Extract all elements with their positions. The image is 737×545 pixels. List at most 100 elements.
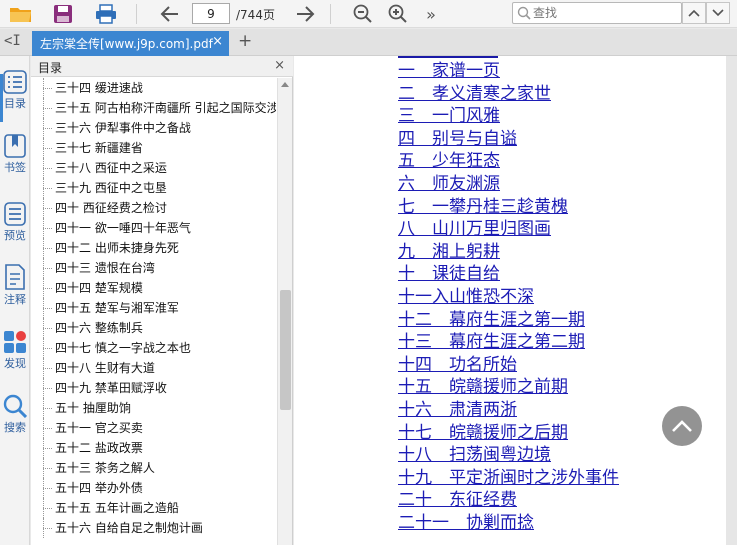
toolbar: /744页 » [0, 0, 737, 28]
rail-label: 注释 [4, 293, 26, 306]
chapter-link[interactable]: 二十 东征经费 [398, 489, 619, 512]
toc-header: 目录 × [31, 56, 293, 77]
chevron-up-icon [688, 9, 700, 17]
top-rule [398, 56, 498, 58]
toc-item[interactable]: 四十六 整练制兵 [31, 318, 276, 338]
toc-item[interactable]: 三十五 阿古柏称汗南疆所 引起之国际交涉 [31, 98, 276, 118]
page-number-input[interactable] [192, 3, 230, 24]
toc-close-button[interactable]: × [274, 58, 285, 73]
arrow-left-icon [160, 6, 178, 22]
toc-item[interactable]: 四十七 慎之一字战之本也 [31, 338, 276, 358]
preview-icon [4, 202, 26, 226]
rail-item-bookmarks[interactable]: 书签 [0, 134, 30, 190]
toc-item[interactable]: 四十一 欲一唾四十年恶气 [31, 218, 276, 238]
chapter-link[interactable]: 九 湘上躬耕 [398, 241, 619, 264]
rail-label: 预览 [4, 229, 26, 242]
chapter-link[interactable]: 十二 幕府生涯之第一期 [398, 309, 619, 332]
toc-item[interactable]: 三十四 缓进速战 [31, 78, 276, 98]
collapse-sidebar-button[interactable]: <I [4, 33, 21, 49]
toc-item[interactable]: 四十二 出师未捷身先死 [31, 238, 276, 258]
search-icon [517, 6, 531, 20]
toc-item[interactable]: 三十六 伊犁事件中之备战 [31, 118, 276, 138]
rail-label: 发现 [4, 357, 26, 370]
chapter-link[interactable]: 十一入山惟恐不深 [398, 286, 619, 309]
chapter-link[interactable]: 十三 幕府生涯之第二期 [398, 331, 619, 354]
search-box[interactable] [512, 2, 682, 24]
toc-item[interactable]: 三十七 新疆建省 [31, 138, 276, 158]
toc-item[interactable]: 四十五 楚军与湘军淮军 [31, 298, 276, 318]
toc-item[interactable]: 五十六 自给自足之制炮计画 [31, 518, 276, 538]
chapter-list: 一 家谱一页二 孝义清寒之家世三 一门风雅四 别号与自谥五 少年狂态六 师友渊源… [398, 60, 619, 534]
toc-item[interactable]: 四十八 生财有大道 [31, 358, 276, 378]
new-tab-button[interactable]: + [238, 31, 252, 51]
chapter-link[interactable]: 十七 皖赣援师之后期 [398, 422, 619, 445]
toc-item[interactable]: 五十二 盐政改票 [31, 438, 276, 458]
toolbar-separator [136, 4, 137, 24]
next-page-button[interactable] [292, 2, 318, 26]
rail-item-discover[interactable]: 发现 [0, 330, 30, 386]
toc-item[interactable]: 四十九 禁革田赋浮收 [31, 378, 276, 398]
toc-item[interactable]: 五十三 茶务之解人 [31, 458, 276, 478]
toc-item[interactable]: 五十四 举办外债 [31, 478, 276, 498]
list-icon [3, 70, 27, 94]
toolbar-separator [330, 4, 331, 24]
chapter-link[interactable]: 十四 功名所始 [398, 354, 619, 377]
chapter-link[interactable]: 六 师友渊源 [398, 173, 619, 196]
back-to-top-button[interactable] [662, 406, 702, 446]
toc-item[interactable]: 四十 西征经费之检讨 [31, 198, 276, 218]
search-input[interactable] [533, 5, 673, 21]
search-previous-button[interactable] [682, 2, 706, 24]
rail-item-search[interactable]: 搜索 [0, 394, 30, 450]
zoom-out-button[interactable] [350, 2, 376, 26]
save-icon [54, 5, 72, 23]
chapter-link[interactable]: 二十一 协剿而捻 [398, 512, 619, 535]
rail-item-annotations[interactable]: 注释 [0, 264, 30, 320]
chapter-link[interactable]: 一 家谱一页 [398, 60, 619, 83]
document-viewport: 一 家谱一页二 孝义清寒之家世三 一门风雅四 别号与自谥五 少年狂态六 师友渊源… [294, 56, 737, 545]
print-button[interactable] [93, 2, 119, 26]
toc-scrollbar[interactable] [277, 78, 292, 545]
chapter-link[interactable]: 八 山川万里归图画 [398, 218, 619, 241]
folder-icon [10, 8, 31, 22]
zoom-in-button[interactable] [385, 2, 411, 26]
chapter-link[interactable]: 二 孝义清寒之家世 [398, 83, 619, 106]
tab-document[interactable]: 左宗棠全传[www.j9p.com].pdf × [32, 31, 229, 56]
toc-item[interactable]: 三十九 西征中之屯垦 [31, 178, 276, 198]
toc-item[interactable]: 三十八 西征中之采运 [31, 158, 276, 178]
save-button[interactable] [50, 2, 76, 26]
previous-page-button[interactable] [157, 2, 183, 26]
toc-scroll-thumb[interactable] [280, 290, 291, 410]
toc-list: 三十四 缓进速战 三十五 阿古柏称汗南疆所 引起之国际交涉 三十六 伊犁事件中之备战… [31, 78, 276, 545]
rail-label: 书签 [4, 161, 26, 174]
chapter-link[interactable]: 十五 皖赣援师之前期 [398, 376, 619, 399]
chevron-up-icon [672, 420, 692, 432]
annotation-icon [5, 264, 25, 290]
toc-panel: 目录 × 三十四 缓进速战 三十五 阿古柏称汗南疆所 引起之国际交涉 三十六 伊犁事… [31, 56, 293, 545]
toc-item[interactable]: 五十 抽厘助饷 [31, 398, 276, 418]
search-next-button[interactable] [706, 2, 730, 24]
toc-item[interactable]: 五十一 官之买卖 [31, 418, 276, 438]
chapter-link[interactable]: 十六 肃清两浙 [398, 399, 619, 422]
zoom-out-icon [353, 4, 372, 23]
chevron-down-icon [712, 9, 724, 17]
chapter-link[interactable]: 七 一攀丹桂三趁黄槐 [398, 196, 619, 219]
page-total-label: /744页 [236, 8, 275, 22]
zoom-in-icon [388, 4, 407, 23]
open-folder-button[interactable] [8, 2, 34, 26]
chapter-link[interactable]: 十 课徒自给 [398, 263, 619, 286]
tab-strip: <I 左宗棠全传[www.j9p.com].pdf × + [0, 29, 737, 56]
toc-item[interactable]: 四十三 遗恨在台湾 [31, 258, 276, 278]
toc-item[interactable]: 四十四 楚军规模 [31, 278, 276, 298]
rail-item-toc[interactable]: 目录 [0, 70, 30, 126]
rail-item-preview[interactable]: 预览 [0, 202, 30, 258]
search-icon [3, 394, 27, 418]
chapter-link[interactable]: 十九 平定浙闽时之涉外事件 [398, 467, 619, 490]
more-tools-button[interactable]: » [418, 2, 444, 26]
scroll-up-arrow[interactable] [281, 82, 289, 87]
chapter-link[interactable]: 四 别号与自谥 [398, 128, 619, 151]
chapter-link[interactable]: 三 一门风雅 [398, 105, 619, 128]
chapter-link[interactable]: 五 少年狂态 [398, 150, 619, 173]
tab-close-button[interactable]: × [212, 34, 223, 49]
toc-item[interactable]: 五十五 五年计画之造船 [31, 498, 276, 518]
chapter-link[interactable]: 十八 扫荡闽粤边境 [398, 444, 619, 467]
